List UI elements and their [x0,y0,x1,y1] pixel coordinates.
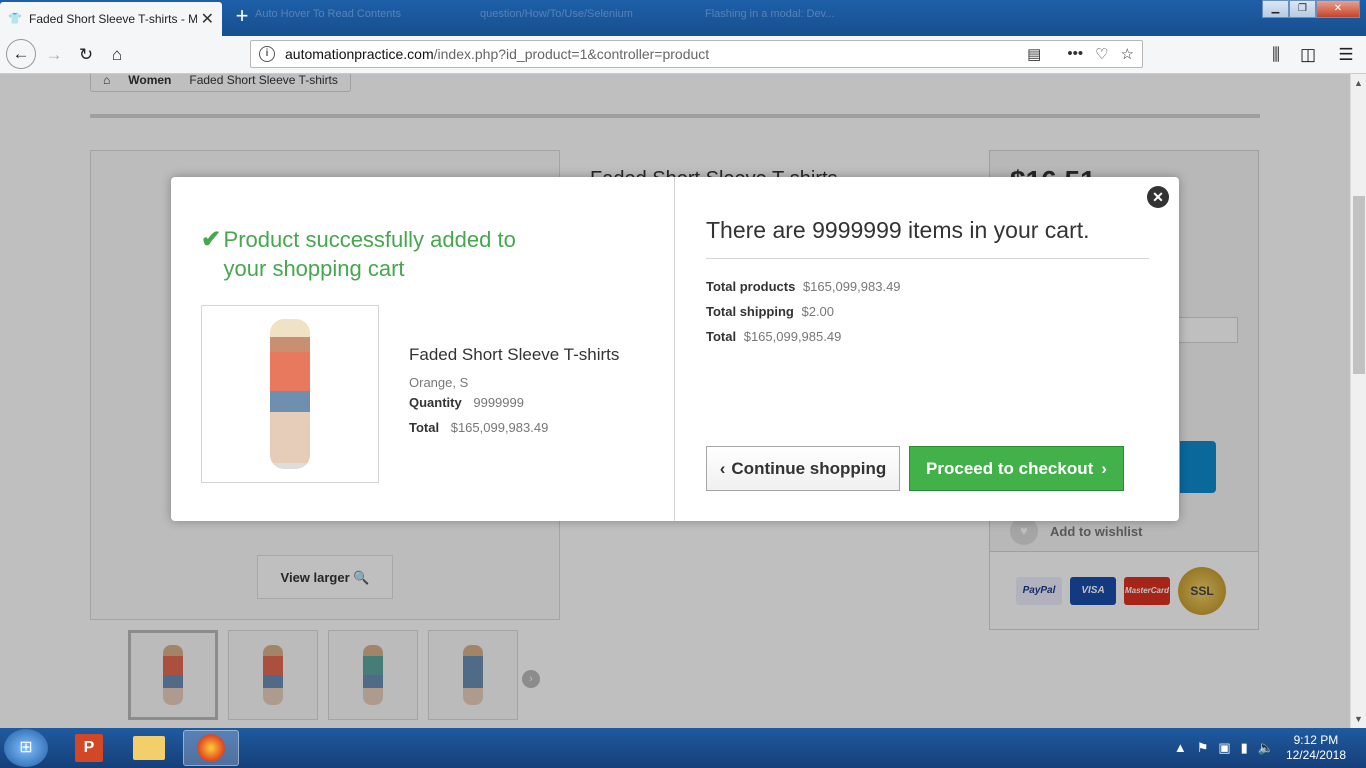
info-icon[interactable]: i [259,46,275,62]
shirt-favicon-icon: 👕 [8,13,22,25]
powerpoint-taskbar-button[interactable]: P [62,730,116,766]
continue-shopping-button[interactable]: ‹ Continue shopping [706,446,900,491]
scroll-down-icon[interactable]: ▼ [1354,714,1363,724]
modal-close-icon[interactable]: ✕ [1147,186,1169,208]
total-shipping-value: $2.00 [801,304,835,319]
tab-close-icon[interactable]: ✕ [201,9,214,29]
reload-icon[interactable]: ↻ [72,42,100,68]
total-products-row: Total products $165,099,983.49 [706,279,901,294]
tray-expand-icon[interactable]: ▲ [1174,740,1187,756]
quantity-row: Quantity 9999999 [409,395,524,410]
quantity-value: 9999999 [473,395,524,410]
total-shipping-row: Total shipping $2.00 [706,304,834,319]
scroll-up-icon[interactable]: ▲ [1354,78,1363,88]
home-icon[interactable]: ⌂ [103,42,131,68]
reader-view-icon[interactable]: ▤ [1027,45,1041,63]
bookmark-star-icon[interactable]: ☆ [1121,45,1134,63]
grand-total-row: Total $165,099,985.49 [706,329,841,344]
model-image [270,319,310,469]
product-attributes: Orange, S [409,375,469,390]
url-host: automationpractice.com [285,46,434,62]
back-arrow-icon[interactable]: ← [6,39,36,69]
grand-total-value: $165,099,985.49 [743,329,842,344]
add-to-cart-modal: ✔ Product successfully added to your sho… [171,177,1179,521]
explorer-taskbar-button[interactable] [122,730,176,766]
success-message: ✔ Product successfully added to your sho… [201,225,561,283]
background-tab[interactable]: Auto Hover To Read Contents [255,8,435,28]
tab-active[interactable]: 👕 Faded Short Sleeve T-shirts - M ✕ [0,2,222,36]
close-window-button[interactable]: ✕ [1316,0,1360,18]
continue-shopping-label: Continue shopping [731,458,887,478]
web-page: ⌂ Women Faded Short Sleeve T-shirts View… [0,74,1350,728]
pocket-icon[interactable]: ♡ [1095,45,1108,63]
network-icon[interactable]: ▮ [1241,740,1248,756]
quantity-label: Quantity [409,395,462,410]
modal-product-name: Faded Short Sleeve T-shirts [409,345,620,364]
tab-title: Faded Short Sleeve T-shirts - M [29,12,197,26]
firefox-icon [197,734,225,762]
powerpoint-icon: P [75,734,103,762]
maximize-button[interactable]: ❐ [1289,0,1316,18]
forward-arrow-icon[interactable]: → [40,42,68,68]
folder-icon [133,736,165,760]
scrollbar-thumb[interactable] [1353,196,1365,374]
proceed-to-checkout-button[interactable]: Proceed to checkout › [909,446,1124,491]
start-button[interactable]: ⊞ [4,729,48,767]
menu-icon[interactable]: ☰ [1332,42,1360,68]
nav-bar: ← → ↻ ⌂ i automationpractice.com/index.p… [0,36,1366,74]
total-shipping-label: Total shipping [706,304,794,319]
product-total-row: Total $165,099,983.49 [409,420,548,435]
cart-heading: There are 9999999 items in your cart. [706,217,1149,259]
windows-taskbar: ⊞ P ▲ ⚑ ▣ ▮ 🔈 9:12 PM 12/24/2018 [0,728,1366,768]
total-value: $165,099,983.49 [450,420,549,435]
checkout-label: Proceed to checkout [926,458,1094,478]
more-actions-icon[interactable]: ••• [1067,45,1083,63]
new-tab-button[interactable]: + [230,4,254,30]
minimize-button[interactable]: ▁ [1262,0,1289,18]
check-icon: ✔ [201,226,222,253]
device-icon[interactable]: ▣ [1218,740,1230,756]
volume-icon[interactable]: 🔈 [1258,740,1274,756]
background-tab[interactable]: question/How/To/Use/Selenium [480,8,660,28]
modal-cart-panel: There are 9999999 items in your cart. To… [676,177,1179,521]
tab-bar: 👕 Faded Short Sleeve T-shirts - M ✕ + Au… [0,0,1366,36]
chevron-left-icon: ‹ [719,458,726,478]
clock-time: 9:12 PM [1293,733,1339,747]
address-bar[interactable]: i automationpractice.com/index.php?id_pr… [250,40,1143,68]
url-actions: ▤ ••• ♡ ☆ [1027,45,1134,63]
success-text: Product successfully added to your shopp… [223,227,516,281]
window-controls: ▁ ❐ ✕ [1262,0,1360,18]
system-clock[interactable]: 9:12 PM 12/24/2018 [1286,733,1346,763]
total-products-label: Total products [706,279,796,294]
total-label: Total [409,420,440,435]
firefox-taskbar-button[interactable] [183,730,239,766]
grand-total-label: Total [706,329,737,344]
total-products-value: $165,099,983.49 [802,279,901,294]
sidebar-icon[interactable]: ◫ [1294,42,1322,68]
page-scrollbar[interactable]: ▲ ▼ [1350,74,1366,728]
background-tab[interactable]: Flashing in a modal: Dev... [705,8,885,28]
url-path: /index.php?id_product=1&controller=produ… [433,46,710,62]
modal-product-panel: ✔ Product successfully added to your sho… [171,177,675,521]
chevron-right-icon: › [1101,458,1107,478]
system-tray: ▲ ⚑ ▣ ▮ 🔈 [1174,740,1274,756]
product-thumbnail [201,305,379,483]
clock-date: 12/24/2018 [1285,748,1346,762]
action-center-icon[interactable]: ⚑ [1197,740,1209,756]
library-icon[interactable]: ⫼ [1262,42,1290,68]
